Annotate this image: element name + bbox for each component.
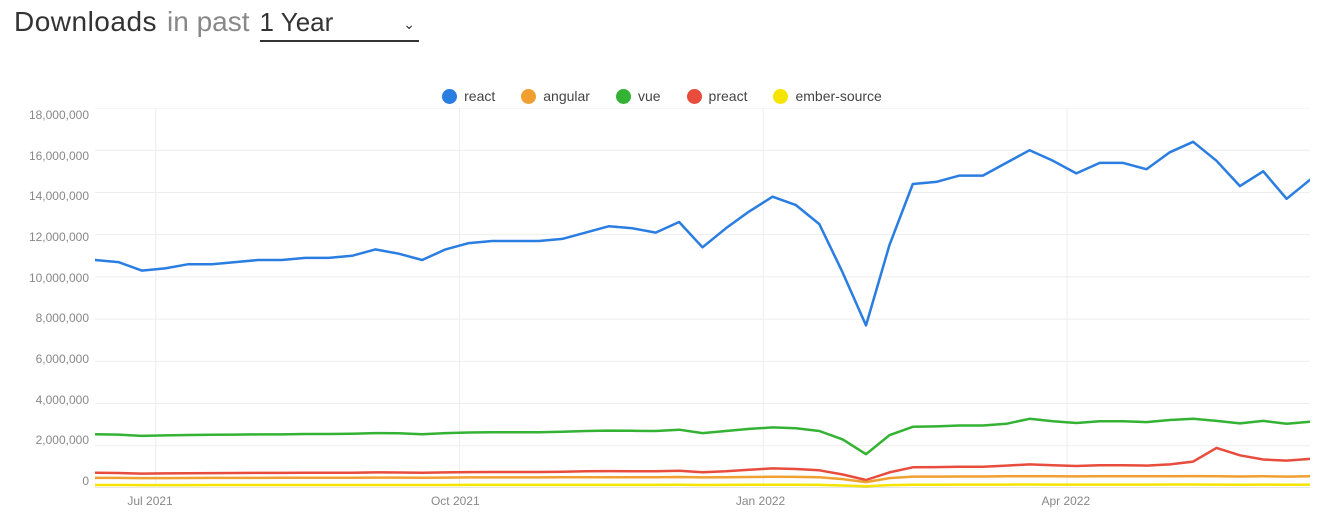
y-tick-label: 0 bbox=[82, 474, 89, 488]
legend-dot-icon bbox=[521, 89, 536, 104]
y-tick-label: 2,000,000 bbox=[36, 433, 89, 447]
series-ember-source bbox=[95, 485, 1310, 487]
x-axis: Jul 2021 Oct 2021 Jan 2022 Apr 2022 bbox=[89, 488, 1310, 514]
x-tick-label: Oct 2021 bbox=[431, 494, 480, 508]
series-angular bbox=[95, 476, 1310, 482]
legend-dot-icon bbox=[773, 89, 788, 104]
legend-item-react[interactable]: react bbox=[442, 88, 495, 104]
legend-item-angular[interactable]: angular bbox=[521, 88, 590, 104]
legend-label: angular bbox=[543, 88, 590, 104]
series-vue bbox=[95, 419, 1310, 454]
chart-legend: react angular vue preact ember-source bbox=[14, 88, 1310, 104]
legend-label: vue bbox=[638, 88, 661, 104]
legend-label: react bbox=[464, 88, 495, 104]
x-tick-label: Jan 2022 bbox=[736, 494, 785, 508]
y-tick-label: 10,000,000 bbox=[29, 271, 89, 285]
y-tick-label: 4,000,000 bbox=[36, 393, 89, 407]
header-title-strong: Downloads bbox=[14, 6, 157, 38]
y-tick-label: 16,000,000 bbox=[29, 149, 89, 163]
y-tick-label: 18,000,000 bbox=[29, 108, 89, 122]
timerange-select[interactable]: 1 Year ⌄ bbox=[260, 7, 419, 42]
y-axis: 18,000,000 16,000,000 14,000,000 12,000,000… bbox=[14, 108, 95, 488]
legend-dot-icon bbox=[442, 89, 457, 104]
plot bbox=[95, 108, 1310, 488]
series-react bbox=[95, 142, 1310, 326]
y-tick-label: 14,000,000 bbox=[29, 189, 89, 203]
page-header: Downloads in past 1 Year ⌄ bbox=[14, 0, 1310, 46]
x-tick-label: Jul 2021 bbox=[127, 494, 172, 508]
chart-area: 18,000,000 16,000,000 14,000,000 12,000,000… bbox=[14, 108, 1310, 488]
y-tick-label: 6,000,000 bbox=[36, 352, 89, 366]
y-tick-label: 8,000,000 bbox=[36, 311, 89, 325]
legend-item-ember-source[interactable]: ember-source bbox=[773, 88, 881, 104]
chevron-down-icon: ⌄ bbox=[403, 16, 415, 33]
y-tick-label: 12,000,000 bbox=[29, 230, 89, 244]
timerange-value: 1 Year bbox=[260, 7, 334, 38]
x-tick-label: Apr 2022 bbox=[1041, 494, 1090, 508]
legend-item-preact[interactable]: preact bbox=[687, 88, 748, 104]
legend-label: ember-source bbox=[795, 88, 881, 104]
legend-item-vue[interactable]: vue bbox=[616, 88, 661, 104]
legend-dot-icon bbox=[616, 89, 631, 104]
legend-label: preact bbox=[709, 88, 748, 104]
legend-dot-icon bbox=[687, 89, 702, 104]
header-title-light: in past bbox=[167, 6, 250, 38]
